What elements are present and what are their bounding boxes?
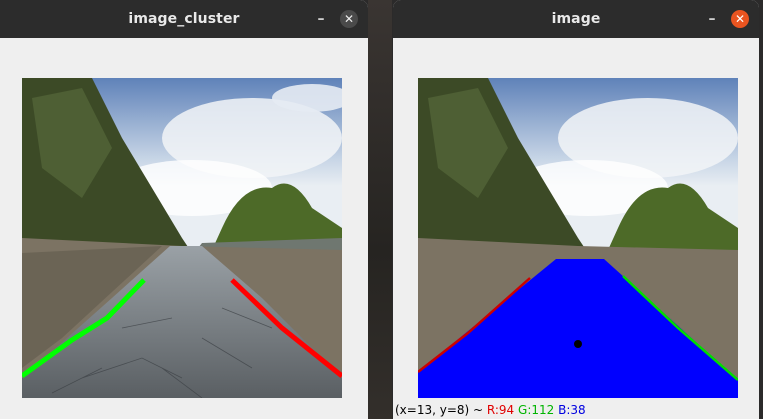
window-title: image [551,11,601,27]
window-image: image – ✕ (x=13, y=8) ~ R:94 G:112 B:38 [393,0,759,419]
status-red-value: R:94 [486,403,515,417]
road-image-lane-fill[interactable] [418,78,738,398]
window-image-cluster: image_cluster – ✕ [0,0,368,419]
status-bar: (x=13, y=8) ~ R:94 G:112 B:38 [393,401,759,419]
minimize-icon[interactable]: – [312,10,330,28]
center-dot [574,340,582,348]
road-image-cluster[interactable] [22,78,342,398]
titlebar[interactable]: image – ✕ [393,0,759,38]
minimize-icon[interactable]: – [703,10,721,28]
window-title: image_cluster [128,11,240,27]
close-icon[interactable]: ✕ [340,10,358,28]
status-coords: (x=13, y=8) ~ [395,403,484,417]
close-icon[interactable]: ✕ [731,10,749,28]
status-blue-value: B:38 [558,403,586,417]
titlebar[interactable]: image_cluster – ✕ [0,0,368,38]
status-green-value: G:112 [518,403,555,417]
desktop-background [368,0,392,419]
